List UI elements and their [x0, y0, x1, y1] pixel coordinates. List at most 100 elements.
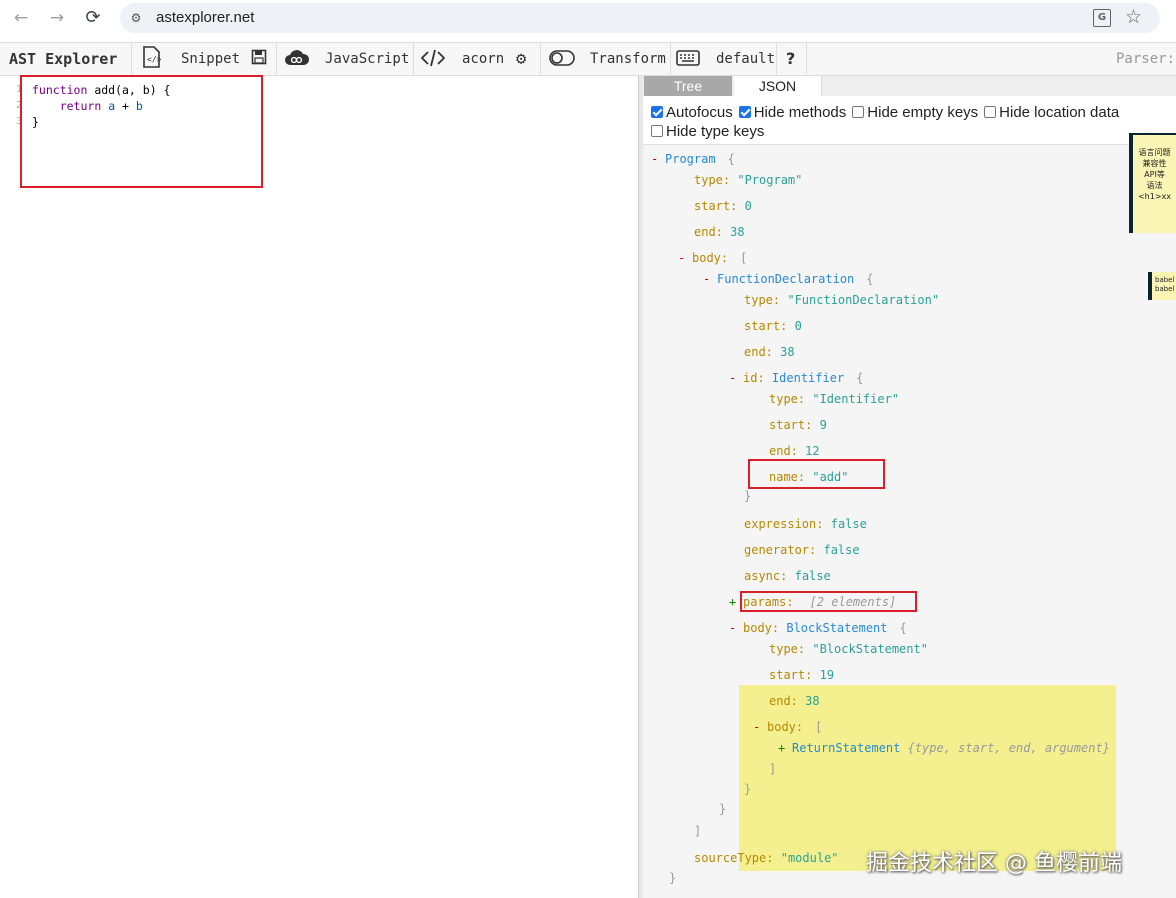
annotation-box-params: [740, 591, 917, 612]
node-type-name[interactable]: Program: [665, 152, 716, 166]
floating-preview-card[interactable]: 语言问题 兼容性 API等 语法 <h1>xx: [1129, 133, 1176, 233]
autofocus-checkbox[interactable]: [651, 106, 663, 118]
tree-prop-body[interactable]: - body: [: [678, 250, 747, 266]
tree-prop-body-block[interactable]: - body: BlockStatement {: [729, 620, 907, 636]
hide-empty-keys-checkbox[interactable]: [852, 106, 865, 118]
node-type-name[interactable]: Identifier: [772, 371, 844, 385]
prop-key[interactable]: body:: [743, 621, 779, 635]
collapse-toggle[interactable]: -: [703, 271, 717, 287]
prop-key: type:: [769, 392, 806, 406]
tab-json[interactable]: JSON: [734, 76, 822, 96]
tree-node-return-statement[interactable]: + ReturnStatement {type, start, end, argu…: [778, 740, 1110, 756]
open-bracket: [: [815, 720, 823, 734]
snippet-icon[interactable]: </>: [141, 43, 162, 75]
hide-type-keys-checkbox[interactable]: [651, 125, 663, 137]
site-settings-icon[interactable]: ⚙: [128, 10, 144, 26]
option-label: Hide methods: [753, 104, 847, 121]
translate-icon[interactable]: G: [1093, 9, 1111, 27]
prop-key: start:: [694, 199, 738, 213]
toolbar-divider: [413, 43, 414, 75]
tree-prop-end: end: 12: [769, 443, 820, 459]
code-editor[interactable]: 123 function add(a, b) { return a + b}: [0, 76, 638, 898]
node-type-name[interactable]: BlockStatement: [786, 621, 887, 635]
tree-prop-type: type: "BlockStatement": [769, 641, 928, 657]
collapse-toggle[interactable]: -: [651, 151, 665, 167]
autofocus-option[interactable]: Autofocus: [651, 103, 733, 122]
collapse-toggle[interactable]: -: [729, 620, 743, 636]
prop-key: end:: [769, 444, 798, 458]
browser-toolbar: ← → ⟳ ⚙ astexplorer.net G ☆: [0, 0, 1176, 36]
hide-location-data-option[interactable]: Hide location data: [984, 103, 1119, 122]
prop-key[interactable]: id:: [743, 371, 765, 385]
prop-value: "module": [780, 851, 839, 865]
prop-value: false: [823, 543, 860, 557]
prop-key: type:: [694, 173, 731, 187]
tree-prop-end: end: 38: [744, 344, 795, 360]
code-icon[interactable]: [420, 43, 446, 75]
close-brace: }: [744, 489, 752, 503]
tab-tree[interactable]: Tree: [644, 76, 732, 96]
tree-prop-source-type: sourceType: "module": [694, 850, 839, 866]
reload-icon[interactable]: ⟳: [82, 8, 104, 28]
option-label: Hide location data: [999, 104, 1120, 121]
open-brace: {: [899, 621, 907, 635]
node-type-name[interactable]: ReturnStatement: [792, 741, 900, 755]
annotation-box-name: [748, 459, 885, 489]
tree-prop-start: start: 19: [769, 667, 834, 683]
prop-value: 19: [819, 668, 835, 682]
hide-methods-checkbox[interactable]: [738, 106, 751, 118]
option-label: Hide type keys: [666, 123, 765, 140]
close-bracket: ]: [694, 824, 702, 838]
close-brace: }: [669, 871, 677, 885]
prop-key: type:: [769, 642, 806, 656]
snippet-menu[interactable]: Snippet: [181, 43, 240, 75]
bookmark-star-icon[interactable]: ☆: [1125, 6, 1142, 28]
hide-type-keys-option[interactable]: Hide type keys: [651, 122, 764, 141]
prop-key[interactable]: body:: [767, 720, 803, 734]
prop-key: sourceType:: [694, 851, 774, 865]
tree-node-program[interactable]: - Program {: [651, 151, 735, 167]
open-brace: {: [727, 152, 735, 166]
expand-toggle[interactable]: +: [778, 740, 792, 756]
language-selector[interactable]: JavaScript: [325, 43, 409, 75]
collapse-toggle[interactable]: -: [678, 250, 692, 266]
app-brand[interactable]: AST Explorer: [9, 43, 117, 75]
keyboard-icon[interactable]: [676, 43, 700, 75]
preview-text: <h1>xx: [1137, 192, 1172, 201]
back-arrow-icon[interactable]: ←: [10, 8, 32, 28]
svg-text:</>: </>: [147, 55, 161, 64]
transform-toggle-icon[interactable]: [549, 43, 575, 75]
hide-methods-option[interactable]: Hide methods: [738, 103, 847, 122]
preview-text: 兼容性: [1142, 159, 1167, 168]
selected-node-highlight: [739, 685, 1116, 871]
floating-preview-mini[interactable]: babel babel: [1148, 272, 1176, 300]
node-type-name[interactable]: FunctionDeclaration: [717, 272, 854, 286]
prop-key: start:: [769, 668, 813, 682]
help-icon[interactable]: ?: [786, 43, 795, 75]
prop-value: "BlockStatement": [812, 642, 928, 656]
tree-prop-body[interactable]: - body: [: [753, 719, 822, 735]
address-bar[interactable]: ⚙ astexplorer.net G ☆: [120, 3, 1160, 33]
prop-key: end:: [769, 694, 798, 708]
parser-settings-gear-icon[interactable]: ⚙: [516, 43, 526, 75]
hide-location-data-checkbox[interactable]: [984, 106, 997, 118]
tree-node-function-declaration[interactable]: - FunctionDeclaration {: [703, 271, 874, 287]
prop-key: type:: [744, 293, 781, 307]
save-icon[interactable]: [251, 43, 267, 75]
forward-arrow-icon[interactable]: →: [46, 8, 68, 28]
parser-selector[interactable]: acorn: [462, 43, 504, 75]
prop-key[interactable]: body:: [692, 251, 728, 265]
collapse-toggle[interactable]: -: [729, 370, 743, 386]
hide-empty-keys-option[interactable]: Hide empty keys: [852, 103, 978, 122]
tree-prop-id[interactable]: - id: Identifier {: [729, 370, 863, 386]
prop-key: async:: [744, 569, 788, 583]
collapsed-summary[interactable]: {type, start, end, argument}: [908, 741, 1110, 755]
url-text[interactable]: astexplorer.net: [156, 9, 254, 26]
collapse-toggle[interactable]: -: [753, 719, 767, 735]
transform-menu[interactable]: Transform: [590, 43, 666, 75]
keymap-selector[interactable]: default: [716, 43, 775, 75]
cloud-icon[interactable]: [284, 43, 310, 75]
prop-key: end:: [694, 225, 723, 239]
app-toolbar: AST Explorer </> Snippet JavaScript acor…: [0, 42, 1176, 76]
prop-value: "Program": [737, 173, 803, 187]
